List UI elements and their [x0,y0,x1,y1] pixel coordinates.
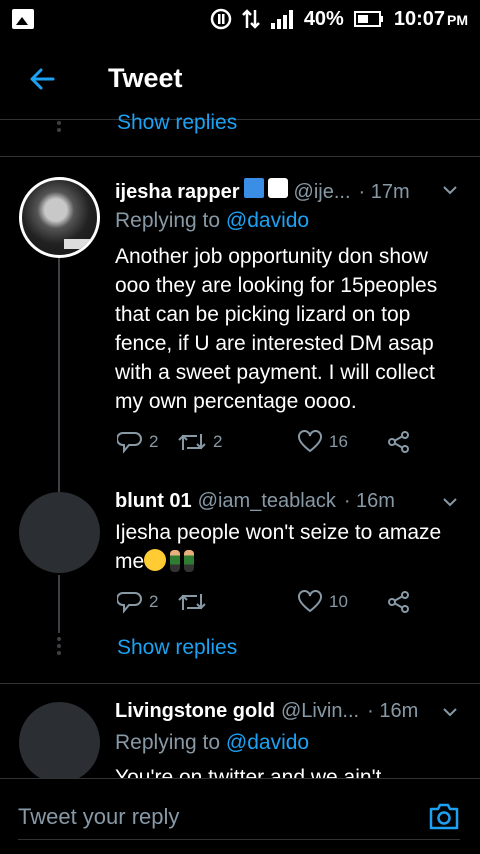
thread-line [58,575,60,633]
avatar[interactable] [19,177,100,258]
tweet-text: You're on twitter and we ain't [115,766,382,778]
tweet-actions: 2 10 [117,590,417,620]
page-title: Tweet [108,63,183,93]
tweet-header: Livingstone gold @Livin... · 16m [115,700,418,723]
thread-dots [56,118,62,135]
signal-icon [270,8,294,30]
input-underline [18,839,460,840]
reply-input[interactable]: Tweet your reply [18,804,179,830]
tweet-header: blunt 01 @iam_teablack · 16m [115,490,395,513]
reply-count: 2 [149,592,159,611]
gallery-icon [12,9,34,29]
reply-icon [117,592,142,614]
show-replies-link[interactable]: Show replies [117,636,237,660]
walking-emoji-icon [170,550,181,572]
mention-link[interactable]: @davido [226,209,309,232]
top-emoji-icon [243,178,264,198]
user-name[interactable]: Livingstone gold [115,700,275,723]
nfc-icon [210,8,232,30]
thread-dots [56,634,62,658]
share-icon [388,431,409,453]
battery-percent: 40% [303,7,344,30]
retweet-button[interactable]: 2 [177,430,222,454]
heart-icon [298,430,322,453]
user-name[interactable]: ijesha rapper [115,181,240,204]
divider [0,156,480,157]
user-handle: @Livin... [281,700,360,722]
camera-button[interactable] [428,801,460,836]
top-bar: Tweet [0,38,480,120]
timestamp: · 16m [343,490,395,512]
reply-button[interactable]: 2 [117,430,158,454]
thread-line [58,258,60,492]
back-arrow-icon [30,68,55,89]
mention-link[interactable]: @davido [226,731,309,754]
camera-icon [429,803,459,830]
user-name[interactable]: blunt 01 [115,490,192,513]
chevron-down-icon[interactable] [442,182,458,198]
like-count: 10 [329,592,348,611]
dice-emoji-icon [267,178,288,198]
tweet-text: Ijesha people won't seize to amaze me [115,521,442,573]
user-handle: @ije... [293,181,351,203]
replying-to: Replying to @davido [115,209,310,232]
replying-to: Replying to @davido [115,731,310,754]
like-button[interactable]: 16 [297,430,348,454]
reply-count: 2 [149,432,159,451]
clock: 10:07 PM [393,7,468,30]
share-button[interactable] [387,590,411,614]
divider [0,683,480,684]
reply-icon [117,432,142,454]
back-button[interactable] [0,67,84,91]
retweet-button[interactable] [177,590,207,614]
like-count: 16 [329,432,348,451]
walking-emoji-icon [184,550,195,572]
reply-button[interactable]: 2 [117,590,158,614]
user-handle: @iam_teablack [197,490,336,512]
tweet-text: Another job opportunity don show ooo the… [115,245,438,413]
status-bar: 40% 10:07 PM [0,0,480,38]
sleepy-face-emoji-icon [144,549,167,571]
battery-icon [353,10,384,28]
timestamp: · 17m [358,181,410,203]
data-transfer-icon [241,8,260,30]
share-icon [388,591,409,613]
retweet-count: 2 [213,432,223,451]
retweet-icon [178,434,206,450]
avatar[interactable] [19,492,100,573]
timestamp: · 16m [367,700,419,722]
show-replies-link[interactable]: Show replies [117,111,237,135]
like-button[interactable]: 10 [297,590,348,614]
reply-bar: Tweet your reply [0,778,480,854]
tweet-actions: 2 2 16 [117,430,417,460]
retweet-icon [178,594,206,610]
heart-icon [298,590,322,613]
avatar[interactable] [19,702,100,783]
share-button[interactable] [387,430,411,454]
tweet-header: ijesha rapper @ije... · 17m [115,178,410,204]
chevron-down-icon[interactable] [442,704,458,720]
chevron-down-icon[interactable] [442,494,458,510]
